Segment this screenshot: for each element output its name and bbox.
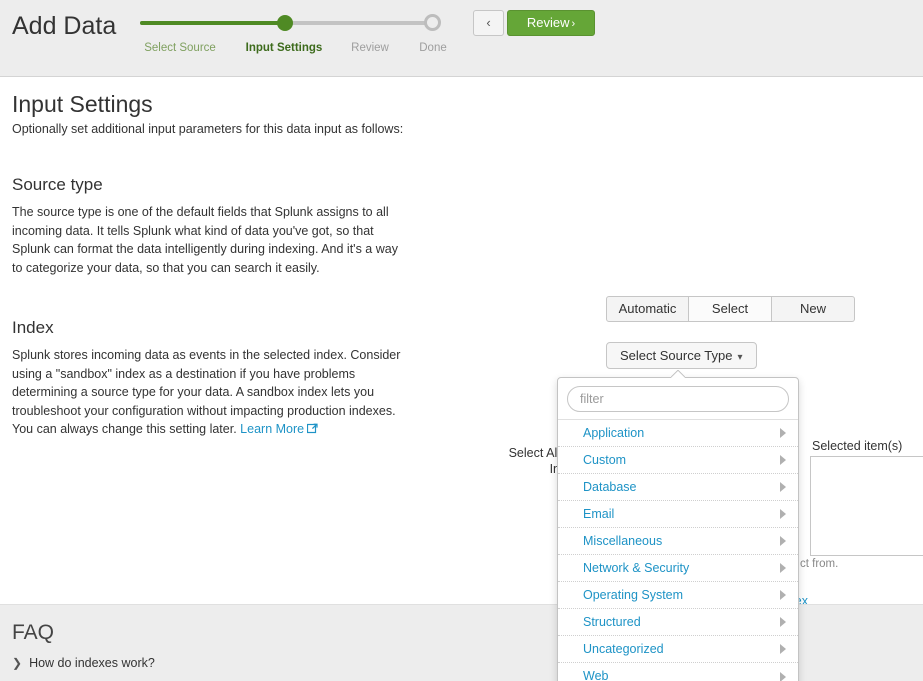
stepper-label-input-settings[interactable]: Input Settings — [246, 42, 323, 54]
section-heading-source-type: Source type — [12, 175, 103, 194]
learn-more-label: Learn More — [240, 422, 305, 436]
menu-item-label: Database — [583, 480, 637, 494]
chevron-down-icon: ▾ — [737, 352, 743, 363]
source-type-mode-group: Automatic Select New — [606, 296, 855, 322]
faq-title: FAQ — [12, 621, 55, 644]
select-all-label: Select All — [508, 446, 560, 460]
menu-item-label: Application — [583, 426, 645, 440]
app-title: Add Data — [12, 12, 117, 40]
menu-item-label: Email — [583, 507, 615, 521]
index-label-fragment: In — [549, 462, 560, 476]
chevron-right-icon — [780, 644, 786, 654]
select-source-type-label: Select Source Type — [620, 348, 733, 363]
section-body-index-text: Splunk stores incoming data as events in… — [12, 348, 401, 436]
menu-item-miscellaneous[interactable]: Miscellaneous — [558, 528, 798, 555]
chevron-right-icon — [780, 536, 786, 546]
stepper-track-fill — [140, 21, 285, 25]
stepper-label-done[interactable]: Done — [419, 42, 447, 54]
menu-item-label: Operating System — [583, 588, 684, 602]
stepper-dot-input-settings[interactable] — [277, 15, 293, 31]
chevron-right-icon — [780, 482, 786, 492]
menu-item-label: Network & Security — [583, 561, 690, 575]
menu-item-network-security[interactable]: Network & Security — [558, 555, 798, 582]
selected-items-label: Selected item(s) — [812, 439, 903, 453]
page-subtitle: Optionally set additional input paramete… — [12, 122, 404, 136]
chevron-left-icon: ‹ — [486, 15, 491, 30]
popup-arrow — [671, 370, 685, 378]
source-type-mode-automatic[interactable]: Automatic — [606, 296, 689, 322]
menu-item-application[interactable]: Application — [558, 420, 798, 447]
chevron-right-icon: › — [571, 18, 576, 30]
chevron-right-icon — [780, 671, 786, 681]
section-body-source-type: The source type is one of the default fi… — [12, 205, 398, 275]
menu-item-label: Structured — [583, 615, 641, 629]
chevron-right-icon: ❯ — [12, 656, 23, 670]
page-header: Add Data Select Source Input Settings Re… — [0, 0, 923, 77]
stepper-dot-done[interactable] — [424, 14, 441, 31]
chevron-right-icon — [780, 563, 786, 573]
progress-stepper: Select Source Input Settings Review Done — [140, 12, 447, 60]
review-button[interactable]: Review › — [507, 10, 595, 36]
menu-item-email[interactable]: Email — [558, 501, 798, 528]
page-title: Input Settings — [12, 91, 153, 117]
menu-item-label: Web — [583, 669, 609, 681]
menu-item-uncategorized[interactable]: Uncategorized — [558, 636, 798, 663]
menu-item-structured[interactable]: Structured — [558, 609, 798, 636]
back-button[interactable]: ‹ — [473, 10, 504, 36]
chevron-right-icon — [780, 590, 786, 600]
selected-items-hint: ct from. — [800, 558, 839, 570]
main-content: Input Settings Optionally set additional… — [0, 77, 923, 681]
section-heading-index: Index — [12, 318, 54, 337]
chevron-right-icon — [780, 509, 786, 519]
source-type-dropdown-popup: Application Custom Database Email Miscel… — [557, 377, 799, 681]
add-data-page: Add Data Select Source Input Settings Re… — [0, 0, 923, 681]
filter-input[interactable] — [567, 386, 789, 412]
faq-item-label: How do indexes work? — [29, 656, 155, 670]
menu-item-operating-system[interactable]: Operating System — [558, 582, 798, 609]
chevron-right-icon — [780, 428, 786, 438]
stepper-label-select-source[interactable]: Select Source — [144, 42, 216, 54]
menu-item-web[interactable]: Web — [558, 663, 798, 681]
menu-item-label: Uncategorized — [583, 642, 664, 656]
filter-field-wrap — [558, 378, 798, 419]
menu-item-label: Miscellaneous — [583, 534, 663, 548]
review-button-label: Review — [526, 15, 570, 30]
source-type-mode-select[interactable]: Select — [689, 296, 772, 322]
section-body-index: Splunk stores incoming data as events in… — [12, 346, 407, 440]
learn-more-link[interactable]: Learn More — [240, 422, 318, 436]
menu-item-custom[interactable]: Custom — [558, 447, 798, 474]
chevron-right-icon — [780, 617, 786, 627]
chevron-right-icon — [780, 455, 786, 465]
menu-item-database[interactable]: Database — [558, 474, 798, 501]
stepper-label-review[interactable]: Review — [351, 42, 389, 54]
select-source-type-button[interactable]: Select Source Type ▾ — [606, 342, 757, 369]
faq-item-how-do-indexes-work[interactable]: ❯ How do indexes work? — [12, 656, 155, 670]
source-type-mode-new[interactable]: New — [772, 296, 855, 322]
external-link-icon — [307, 421, 318, 440]
source-type-category-menu: Application Custom Database Email Miscel… — [558, 419, 798, 681]
menu-item-label: Custom — [583, 453, 627, 467]
selected-items-box[interactable] — [810, 456, 923, 556]
